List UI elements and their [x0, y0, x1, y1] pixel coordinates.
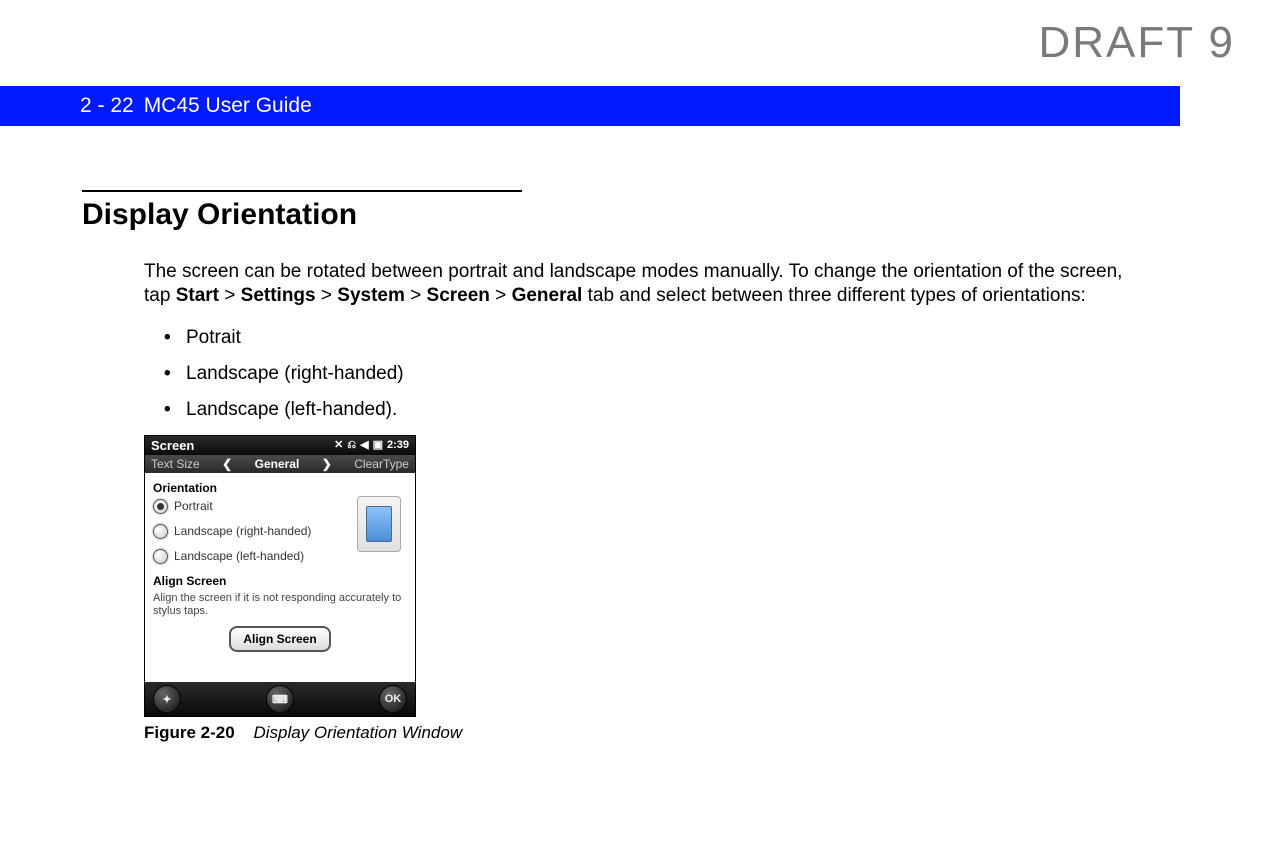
device-bottombar: ✦ ⌨ OK: [145, 682, 415, 716]
start-icon[interactable]: ✦: [153, 685, 181, 713]
sep1: >: [219, 285, 241, 306]
chevron-left-icon[interactable]: ❮: [216, 457, 238, 471]
device-screenshot: Screen ✕ ⎌ ◀ ▣ 2:39 Text Size ❮ General …: [144, 435, 416, 717]
sep3: >: [405, 285, 427, 306]
ok-button[interactable]: OK: [379, 685, 407, 713]
radio-landscape-left-label: Landscape (left-handed): [174, 549, 304, 563]
guide-title: MC45 User Guide: [144, 94, 312, 118]
page-header-bar: 2 - 22 MC45 User Guide: [0, 86, 1180, 126]
keyboard-icon[interactable]: ⌨: [266, 685, 294, 713]
section-heading: Display Orientation: [82, 198, 1142, 232]
orientation-list: Potrait Landscape (right-handed) Landsca…: [82, 327, 1142, 421]
figure-title: Display Orientation Window: [253, 723, 462, 742]
sep2: >: [316, 285, 338, 306]
bullet-landscape-right: Landscape (right-handed): [164, 363, 1142, 385]
radio-portrait[interactable]: [153, 499, 168, 514]
section-rule: [82, 190, 522, 192]
tab-general[interactable]: General: [255, 457, 300, 471]
path-screen: Screen: [427, 285, 490, 306]
chevron-right-icon[interactable]: ❯: [316, 457, 338, 471]
orientation-section-label: Orientation: [153, 481, 407, 495]
bullet-portrait: Potrait: [164, 327, 1142, 349]
path-settings: Settings: [241, 285, 316, 306]
radio-landscape-right-label: Landscape (right-handed): [174, 524, 311, 538]
radio-portrait-label: Portrait: [174, 499, 213, 513]
device-body: Orientation Portrait Landscape (right-ha…: [145, 473, 415, 660]
tab-cleartype[interactable]: ClearType: [354, 457, 409, 471]
intro-after: tab and select between three different t…: [582, 285, 1085, 306]
connection-icon: ⎌: [347, 440, 356, 451]
align-section-label: Align Screen: [153, 574, 407, 588]
align-button-wrap: Align Screen: [153, 626, 407, 652]
clock-text: 2:39: [387, 440, 409, 451]
figure-caption: Figure 2-20 Display Orientation Window: [144, 723, 1142, 743]
bullet-landscape-left: Landscape (left-handed).: [164, 399, 1142, 421]
signal-icon: ✕: [334, 440, 343, 451]
battery-icon: ▣: [373, 440, 383, 451]
figure-wrap: Screen ✕ ⎌ ◀ ▣ 2:39 Text Size ❮ General …: [144, 435, 1142, 743]
device-titlebar: Screen ✕ ⎌ ◀ ▣ 2:39: [145, 436, 415, 455]
orientation-preview-icon: [357, 496, 401, 552]
intro-paragraph: The screen can be rotated between portra…: [82, 260, 1142, 309]
device-tabbar: Text Size ❮ General ❯ ClearType: [145, 455, 415, 473]
page-content: Display Orientation The screen can be ro…: [82, 190, 1142, 743]
device-title: Screen: [151, 438, 194, 453]
sep4: >: [490, 285, 512, 306]
path-system: System: [337, 285, 405, 306]
radio-landscape-left[interactable]: [153, 549, 168, 564]
figure-label: Figure 2-20: [144, 723, 235, 742]
path-start: Start: [176, 285, 219, 306]
status-icons: ✕ ⎌ ◀ ▣ 2:39: [334, 440, 409, 451]
watermark-text: DRAFT 9: [1038, 18, 1235, 68]
page-number: 2 - 22: [80, 94, 134, 118]
align-description: Align the screen if it is not responding…: [153, 592, 407, 618]
path-general: General: [512, 285, 583, 306]
radio-landscape-right[interactable]: [153, 524, 168, 539]
align-screen-button[interactable]: Align Screen: [229, 626, 330, 652]
tab-text-size[interactable]: Text Size: [151, 457, 200, 471]
volume-icon: ◀: [360, 440, 368, 451]
